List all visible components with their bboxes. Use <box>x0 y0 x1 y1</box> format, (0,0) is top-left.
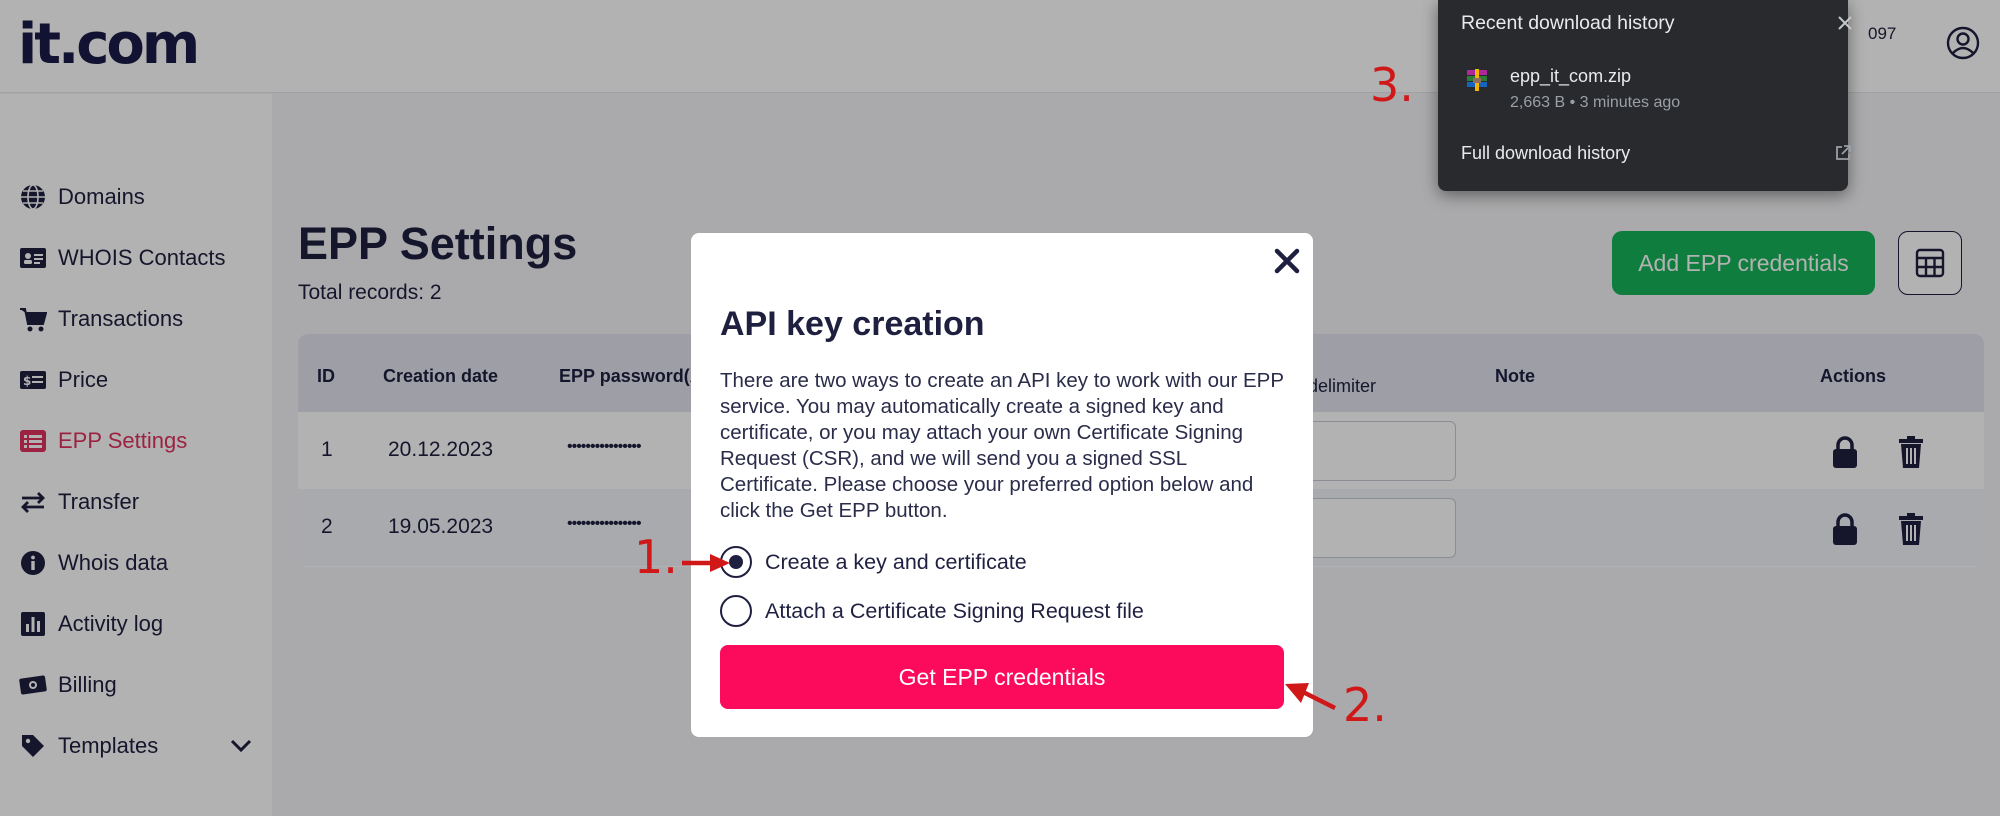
download-file-name[interactable]: epp_it_com.zip <box>1510 66 1631 87</box>
get-epp-credentials-button[interactable]: Get EPP credentials <box>720 645 1284 709</box>
annotation-step-1: 1. <box>634 530 678 584</box>
zip-archive-icon <box>1467 69 1487 91</box>
annotation-arrow-icon <box>682 554 730 572</box>
modal-description: There are two ways to create an API key … <box>720 369 1284 522</box>
option-label: Attach a Certificate Signing Request fil… <box>765 598 1144 623</box>
option-attach-csr[interactable]: Attach a Certificate Signing Request fil… <box>720 595 1144 627</box>
annotation-step-3: 3. <box>1370 58 1414 112</box>
close-icon[interactable] <box>1271 245 1303 277</box>
api-key-modal: API key creation There are two ways to c… <box>691 233 1313 737</box>
full-download-history-link[interactable]: Full download history <box>1461 143 1630 164</box>
download-history-popup: Recent download history epp_it_com.zip 2… <box>1438 0 1852 191</box>
modal-title: API key creation <box>720 305 985 343</box>
annotation-step-2: 2. <box>1343 678 1387 732</box>
close-icon[interactable] <box>1836 14 1854 32</box>
option-create-key[interactable]: Create a key and certificate <box>720 546 1027 578</box>
radio-button[interactable] <box>720 595 752 627</box>
option-label: Create a key and certificate <box>765 549 1027 574</box>
external-link-icon[interactable] <box>1834 144 1852 162</box>
download-file-meta: 2,663 B • 3 minutes ago <box>1510 94 1681 111</box>
annotation-arrow-icon <box>1285 683 1337 711</box>
download-popup-title: Recent download history <box>1461 12 1675 34</box>
